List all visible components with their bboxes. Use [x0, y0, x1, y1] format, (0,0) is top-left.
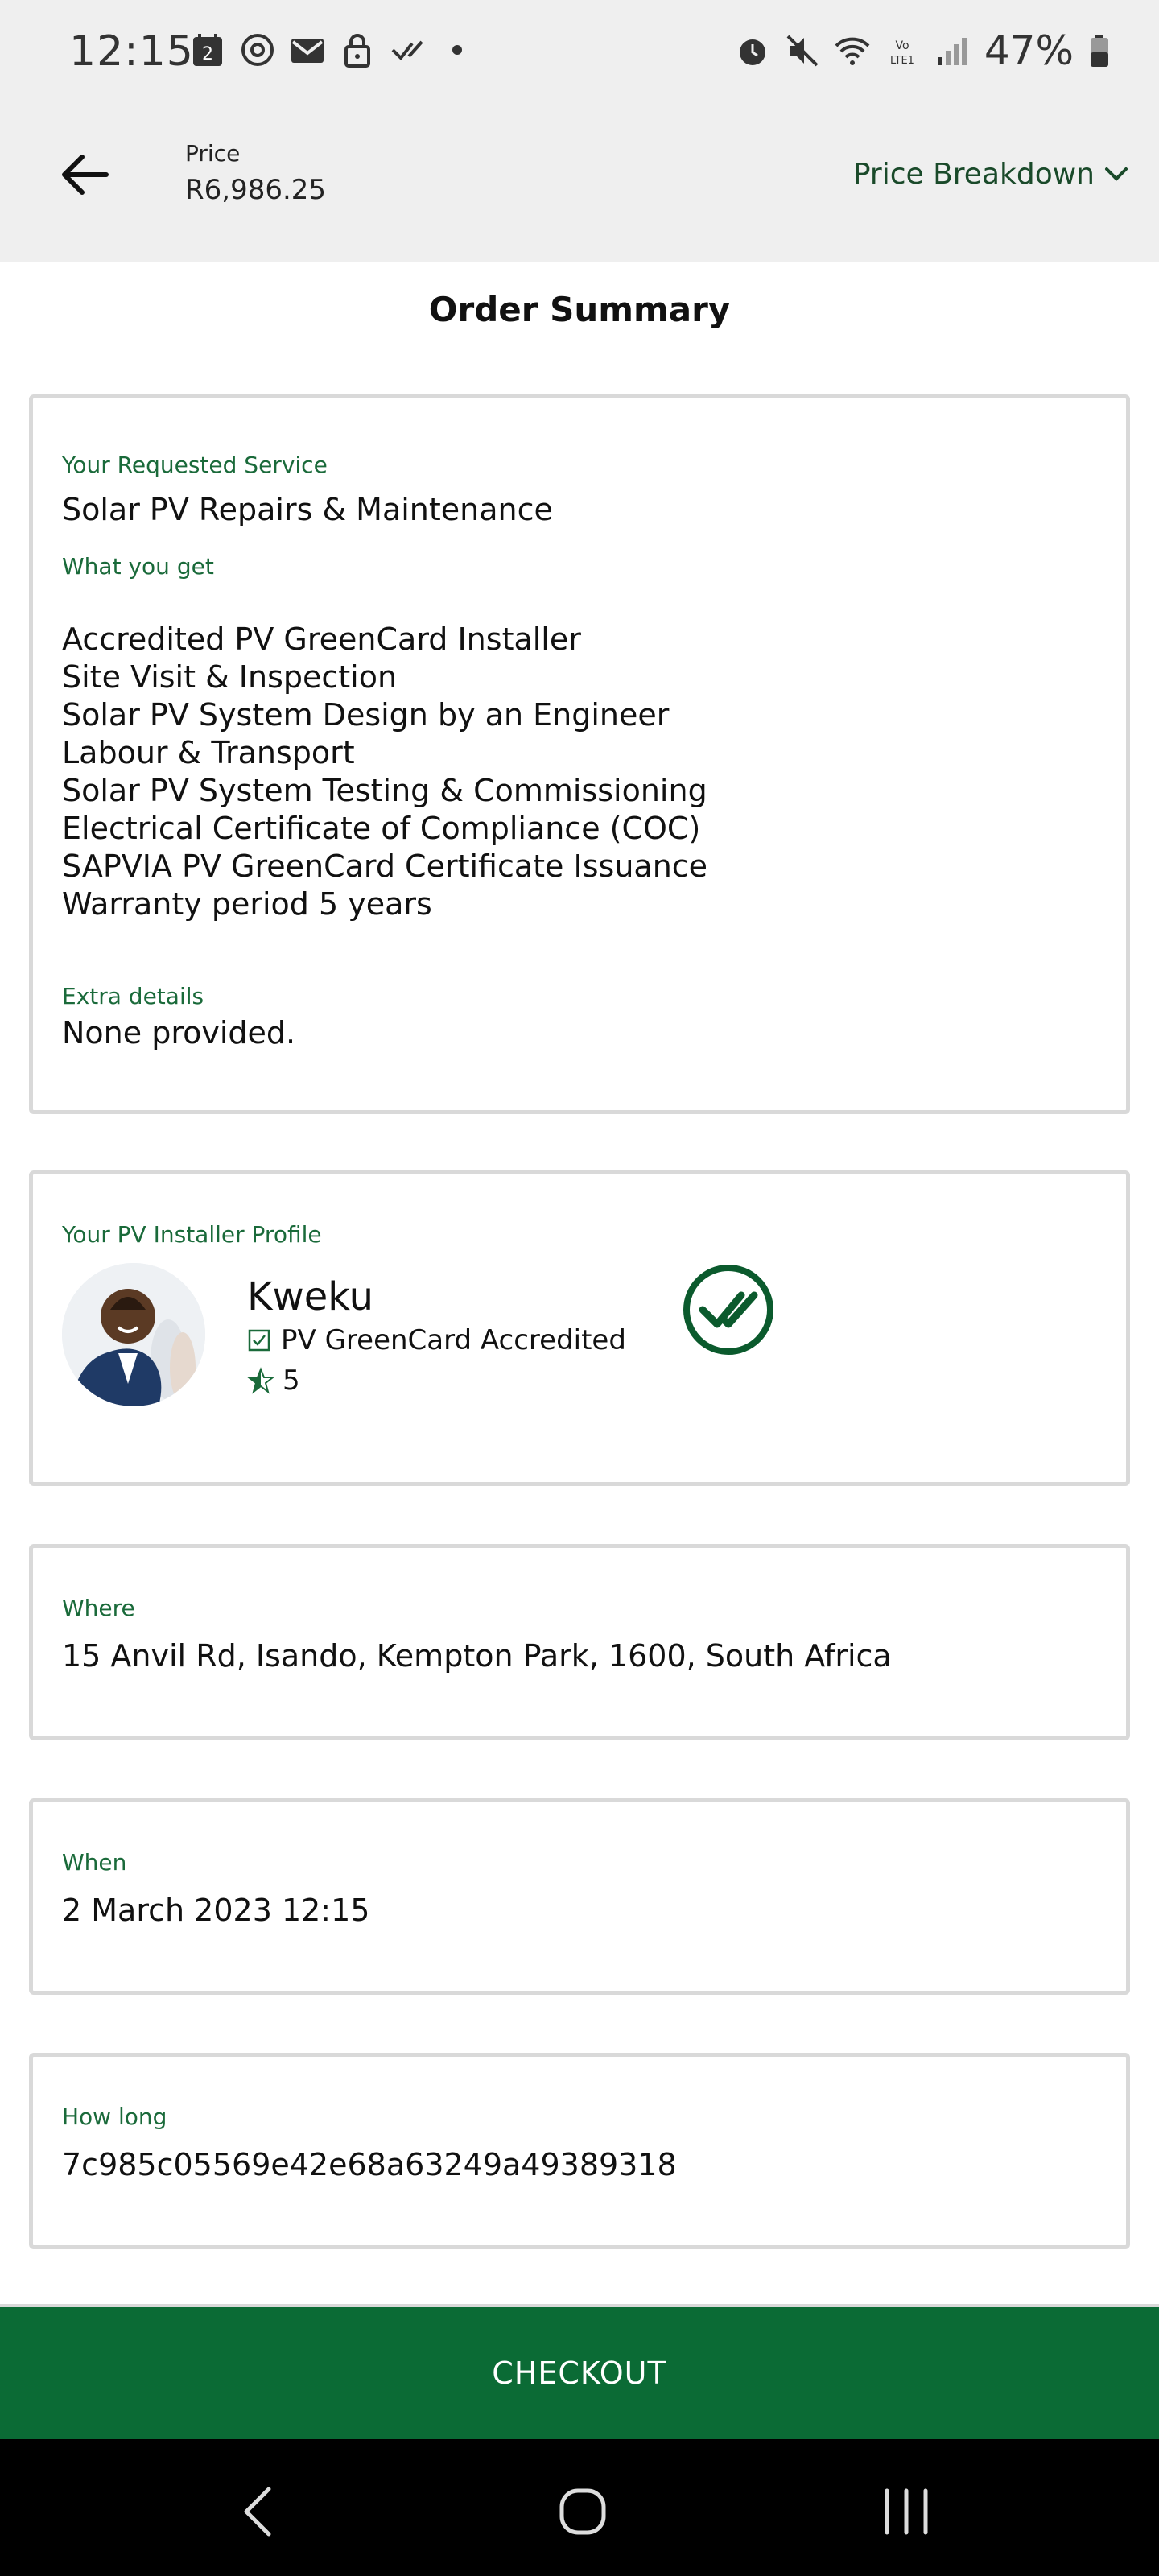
svg-text:Vo: Vo: [895, 39, 909, 52]
nav-home-icon[interactable]: [551, 2479, 615, 2544]
dot-icon: [452, 45, 462, 55]
list-item: Warranty period 5 years: [62, 886, 432, 922]
checkbox-checked-icon: [248, 1329, 270, 1352]
status-time: 12:15: [69, 27, 194, 76]
service-card: Your Requested Service Solar PV Repairs …: [29, 394, 1130, 1114]
check-icon: [391, 40, 423, 61]
list-item: Labour & Transport: [62, 735, 355, 770]
star-icon: [247, 1367, 274, 1394]
nav-back-icon[interactable]: [229, 2479, 293, 2544]
price-value: R6,986.25: [185, 174, 327, 206]
how-long-card: How long 7c985c05569e42e68a63249a4938931…: [29, 2053, 1130, 2249]
mail-icon: [291, 39, 324, 63]
rating-row: 5: [247, 1364, 300, 1397]
list-item: Electrical Certificate of Compliance (CO…: [62, 811, 701, 846]
volte-icon: Vo LTE1: [890, 39, 914, 67]
list-item: Accredited PV GreenCard Installer: [62, 621, 581, 657]
signal-icon: [937, 38, 967, 65]
price-breakdown-toggle[interactable]: Price Breakdown: [853, 158, 1130, 191]
svg-text:LTE1: LTE1: [890, 55, 914, 67]
where-label: Where: [62, 1595, 135, 1621]
battery-icon: [1091, 35, 1108, 67]
price-breakdown-label: Price Breakdown: [852, 158, 1095, 191]
status-left-icons: 2: [190, 32, 475, 68]
avatar: [62, 1263, 205, 1406]
list-item: Site Visit & Inspection: [62, 659, 398, 695]
accreditation-text: PV GreenCard Accredited: [281, 1324, 626, 1356]
what-you-get-list: Accredited PV GreenCard Installer Site V…: [62, 621, 707, 923]
wifi-icon: [835, 37, 870, 65]
when-label: When: [62, 1849, 127, 1876]
rating-value: 5: [283, 1364, 300, 1397]
back-arrow-icon[interactable]: [56, 145, 116, 204]
what-you-get-label: What you get: [62, 553, 214, 580]
battery-percent: 47%: [984, 27, 1074, 74]
mute-icon: [786, 35, 819, 67]
calendar-badge: 2: [202, 44, 213, 64]
how-long-label: How long: [62, 2103, 167, 2130]
price-label: Price: [185, 140, 241, 167]
checkout-button[interactable]: CHECKOUT: [0, 2307, 1159, 2439]
when-value: 2 March 2023 12:15: [62, 1893, 370, 1928]
calendar-icon: 2: [193, 34, 222, 66]
page-title: Order Summary: [428, 290, 731, 329]
verified-double-check-icon: [683, 1265, 773, 1355]
installer-profile-label: Your PV Installer Profile: [62, 1221, 322, 1248]
list-item: Solar PV System Testing & Commissioning: [62, 773, 707, 808]
system-nav-bar: [0, 2439, 1159, 2576]
list-item: SAPVIA PV GreenCard Certificate Issuance: [62, 848, 708, 884]
where-value: 15 Anvil Rd, Isando, Kempton Park, 1600,…: [62, 1638, 892, 1674]
sync-icon: [241, 34, 274, 66]
where-card: Where 15 Anvil Rd, Isando, Kempton Park,…: [29, 1544, 1130, 1740]
accreditation-row: PV GreenCard Accredited: [247, 1324, 626, 1356]
chevron-down-icon: [1105, 167, 1128, 181]
extra-details-label: Extra details: [62, 983, 204, 1009]
list-item: Solar PV System Design by an Engineer: [62, 697, 670, 733]
service-value: Solar PV Repairs & Maintenance: [62, 492, 553, 527]
nav-recents-icon[interactable]: [874, 2479, 938, 2544]
installer-name: Kweku: [247, 1274, 374, 1319]
app-header: Price R6,986.25 Price Breakdown: [0, 105, 1159, 262]
extra-details-value: None provided.: [62, 1015, 296, 1051]
status-bar: 12:15 2 Vo LTE1 47%: [0, 0, 1159, 105]
alarm-icon: [739, 39, 765, 65]
how-long-value: 7c985c05569e42e68a63249a49389318: [62, 2147, 677, 2182]
service-label: Your Requested Service: [62, 452, 328, 478]
when-card: When 2 March 2023 12:15: [29, 1798, 1130, 1995]
installer-card[interactable]: Your PV Installer Profile Kweku PV Green…: [29, 1170, 1130, 1486]
status-right-icons: Vo LTE1 47%: [735, 27, 1111, 74]
lock-icon: [344, 34, 370, 68]
